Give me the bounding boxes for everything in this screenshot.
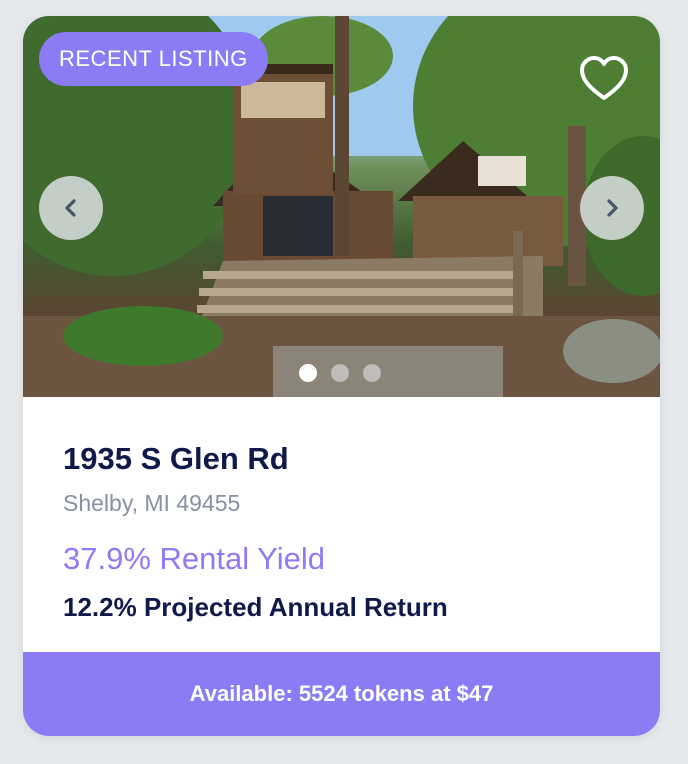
carousel-dots xyxy=(299,364,389,384)
listing-info: 1935 S Glen Rd Shelby, MI 49455 37.9% Re… xyxy=(23,397,660,652)
property-photo: RECENT LISTING xyxy=(23,16,660,397)
listing-address[interactable]: 1935 S Glen Rd xyxy=(63,441,289,477)
carousel-dot[interactable] xyxy=(363,364,381,382)
heart-outline-icon xyxy=(580,56,628,100)
projected-annual-return: 12.2% Projected Annual Return xyxy=(63,592,448,622)
next-photo-button[interactable] xyxy=(580,176,644,240)
rental-yield: 37.9% Rental Yield xyxy=(63,541,325,576)
chevron-left-icon xyxy=(65,199,76,217)
listing-city: Shelby, MI 49455 xyxy=(63,490,241,516)
favorite-button[interactable] xyxy=(578,54,630,106)
availability-bar[interactable]: Available: 5524 tokens at $47 xyxy=(23,652,660,736)
carousel-dot[interactable] xyxy=(299,364,317,382)
listing-card[interactable]: RECENT LISTING 1935 S Glen Rd Shelby, MI… xyxy=(23,16,660,736)
previous-photo-button[interactable] xyxy=(39,176,103,240)
recent-listing-badge: RECENT LISTING xyxy=(39,32,268,86)
carousel-dot[interactable] xyxy=(331,364,349,382)
chevron-right-icon xyxy=(607,199,618,217)
